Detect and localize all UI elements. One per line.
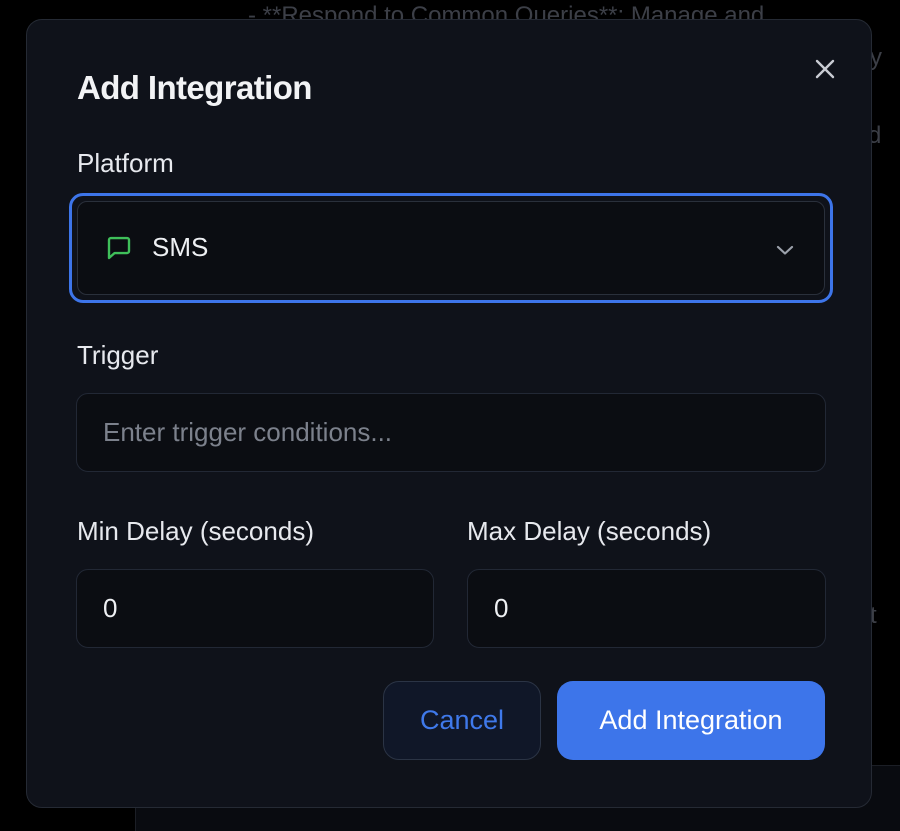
close-icon [815,59,835,79]
add-integration-button[interactable]: Add Integration [557,681,825,760]
max-delay-label: Max Delay (seconds) [467,516,712,546]
cancel-button[interactable]: Cancel [383,681,541,760]
min-delay-input[interactable] [76,569,434,648]
platform-selected-value: SMS [152,232,209,262]
add-integration-dialog: Add Integration Platform SMS Trigger Min… [26,19,872,808]
close-button[interactable] [809,53,841,85]
platform-select-focus-ring: SMS [69,193,833,303]
min-delay-label: Min Delay (seconds) [77,516,314,546]
trigger-input[interactable] [76,393,826,472]
chevron-down-icon [776,245,794,255]
platform-select[interactable]: SMS [77,201,825,295]
message-square-icon [107,236,131,260]
max-delay-input[interactable] [467,569,826,648]
trigger-label: Trigger [77,340,159,370]
dialog-title: Add Integration [77,69,312,106]
platform-label: Platform [77,148,174,178]
